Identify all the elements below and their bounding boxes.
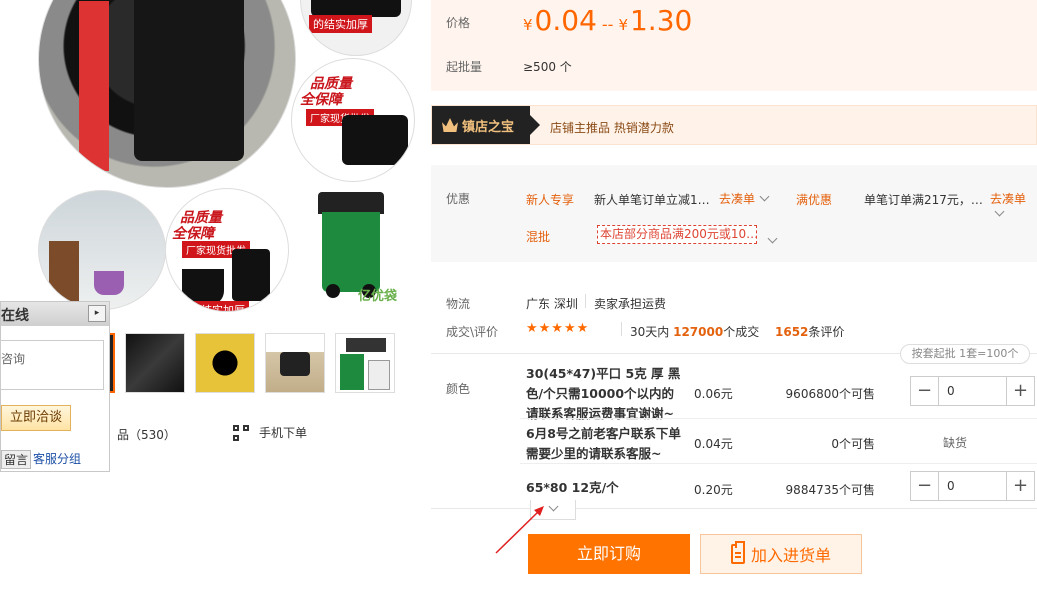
sku-price: 0.06元 (694, 387, 733, 401)
quantity-input[interactable]: 0 (938, 377, 1007, 405)
color-label: 颜色 (446, 382, 471, 396)
sku-name: 6月8号之前老客户联系下单需要少里的请联系客服~ (526, 426, 681, 461)
chevron-down-icon (759, 191, 770, 202)
deal-label: 成交\评价 (446, 325, 499, 339)
sku-name: 30(45*47)平口 5克 厚 黑色/个只需10000个以内的 请联系客服运费… (526, 366, 681, 421)
trash-bin-image (318, 192, 384, 298)
new-user-label: 新人专享 (526, 193, 575, 207)
chat-title: 在线 (1, 308, 29, 324)
thumbnail-2[interactable] (125, 333, 185, 393)
product-circle-bin: 品质量 全保障 厂家现货批发 的结实加厚 (165, 188, 289, 312)
price-max: 1.30 (629, 4, 693, 37)
service-group-link[interactable]: 客服分组 (33, 450, 81, 469)
quantity-stepper: − 0 + (910, 471, 1035, 501)
clipboard-icon (730, 541, 745, 564)
discount-panel: 优惠 新人专享 新人单笔订单立减1… 去凑单 满优惠 单笔订单满217元，… 去… (431, 165, 1037, 262)
promo-strip: 的结实加厚 (309, 15, 372, 33)
mix-batch-offer[interactable]: 本店部分商品满200元或10… (597, 225, 757, 244)
increase-button[interactable]: + (1007, 377, 1034, 405)
treasure-text: 店铺主推品 热销潜力款 (550, 121, 674, 135)
chevron-down-icon (994, 206, 1005, 217)
thumbnail-5[interactable] (335, 333, 395, 393)
discount-label: 优惠 (446, 192, 471, 206)
leave-message-button[interactable]: 留言 (1, 450, 32, 469)
online-chat-widget: 在线 ▸ 咨询 立即洽谈 留言 客服分组 (0, 301, 110, 472)
chat-now-button[interactable]: 立即洽谈 (1, 405, 71, 431)
shipping-fee: 卖家承担运费 (594, 297, 667, 311)
pack-note: 按套起批 1套=100个 (900, 344, 1030, 364)
logistics-label: 物流 (446, 297, 471, 311)
quantity-stepper: − 0 + (910, 376, 1035, 406)
chevron-down-icon (548, 501, 559, 512)
sales-volume: 30天内 127000个成交 (630, 325, 760, 339)
full-discount-text: 单笔订单满217元，… (864, 193, 983, 207)
black-bag-roll (134, 0, 244, 161)
sku-stock: 9606800个可售 (785, 387, 875, 401)
chevron-down-icon[interactable] (767, 233, 778, 244)
price-label: 价格 (446, 16, 471, 30)
new-user-action[interactable]: 去凑单 (719, 190, 770, 207)
review-count[interactable]: 1652条评价 (775, 323, 844, 340)
machine-frame (79, 1, 109, 171)
product-circle-bags: 品质量 全保障 厂家现货批发 (291, 58, 415, 182)
rating-stars: ★★★★★ (526, 321, 590, 336)
buy-now-button[interactable]: 立即订购 (528, 534, 690, 574)
mix-label: 混批 (526, 230, 551, 244)
add-to-cart-button[interactable]: 加入进货单 (700, 534, 862, 574)
chat-collapse-icon[interactable]: ▸ (88, 305, 106, 322)
shop-items-link[interactable]: 品（530） (117, 426, 176, 443)
main-product-image[interactable] (38, 0, 296, 188)
chat-input[interactable]: 咨询 (0, 340, 104, 390)
full-discount-label: 满优惠 (796, 193, 833, 207)
increase-button[interactable]: + (1007, 472, 1034, 500)
sku-name: 65*80 12克/个 (526, 480, 619, 495)
sku-price: 0.20元 (694, 483, 733, 497)
thumbnail-3[interactable] (195, 333, 255, 393)
store-treasure-banner[interactable]: 镇店之宝 店铺主推品 热销潜力款 (431, 105, 1037, 145)
chat-header: 在线 ▸ (1, 302, 109, 326)
price-range: ¥ 0.04 -- ¥ 1.30 (523, 4, 693, 37)
crown-icon (442, 118, 458, 132)
chat-footer: 留言 客服分组 (1, 450, 81, 469)
moq-value: ≥500 个 (523, 60, 572, 74)
decrease-button[interactable]: − (911, 472, 938, 500)
sold-out-status: 缺货 (943, 436, 968, 450)
qr-code-icon (233, 424, 249, 441)
sku-stock: 0个可售 (831, 437, 875, 451)
price-min: 0.04 (534, 4, 597, 37)
sku-price: 0.04元 (694, 437, 733, 451)
brand-logo: 亿优袋 (358, 289, 398, 304)
quantity-input[interactable]: 0 (938, 472, 1007, 500)
price-panel: 价格 ¥ 0.04 -- ¥ 1.30 起批量 ≥500 个 (431, 0, 1037, 91)
moq-label: 起批量 (446, 60, 483, 74)
new-user-text: 新人单笔订单立减1… (594, 193, 710, 207)
product-circle-top-right: 的结实加厚 (300, 0, 412, 56)
product-circle-room (38, 190, 166, 310)
decrease-button[interactable]: − (911, 377, 938, 405)
full-discount-action[interactable]: 去凑单 (990, 190, 1037, 221)
thumbnail-4[interactable] (265, 333, 325, 393)
mobile-order-link[interactable]: 手机下单 (233, 424, 307, 441)
sku-stock: 9884735个可售 (785, 483, 875, 497)
ship-from: 广东 深圳 (526, 297, 578, 311)
treasure-tag: 镇店之宝 (432, 106, 540, 144)
